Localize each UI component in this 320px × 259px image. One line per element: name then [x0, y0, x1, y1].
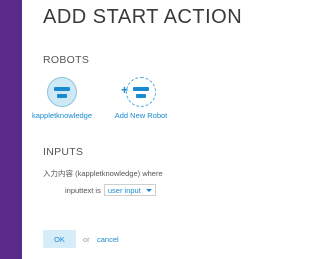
- page-title: ADD START ACTION: [43, 6, 243, 28]
- app-sidebar: [0, 0, 22, 259]
- robot-icon-bar-top: [54, 87, 70, 91]
- input-description: 入力内容 (kappletknowledge) where: [43, 169, 163, 178]
- add-robot-icon: +: [121, 77, 156, 107]
- select-value: user input: [107, 185, 141, 195]
- robot-card-kappletknowledge[interactable]: kappletknowledge: [17, 77, 107, 120]
- chevron-down-icon: [145, 188, 152, 192]
- robot-icon-bar-bottom: [136, 94, 146, 98]
- plus-icon: +: [121, 83, 129, 97]
- robots-heading: ROBOTS: [43, 54, 90, 66]
- or-separator: or: [83, 235, 90, 244]
- add-robot-label: Add New Robot: [114, 111, 168, 120]
- add-new-robot-button[interactable]: + Add New Robot: [96, 77, 186, 120]
- robot-icon: [47, 77, 77, 107]
- robot-icon-bar-top: [133, 87, 149, 91]
- cancel-link[interactable]: cancel: [97, 235, 119, 244]
- robot-label: kappletknowledge: [31, 111, 93, 120]
- input-row: inputtext is user input: [65, 183, 156, 197]
- add-start-action-panel: ADD START ACTION ROBOTS kappletknowledge…: [22, 0, 300, 259]
- input-source-select[interactable]: user input: [103, 184, 156, 196]
- ok-button[interactable]: OK: [43, 230, 76, 248]
- inputs-heading: INPUTS: [43, 146, 84, 158]
- robot-icon-bar-bottom: [57, 94, 67, 98]
- input-field-label: inputtext is: [65, 185, 101, 195]
